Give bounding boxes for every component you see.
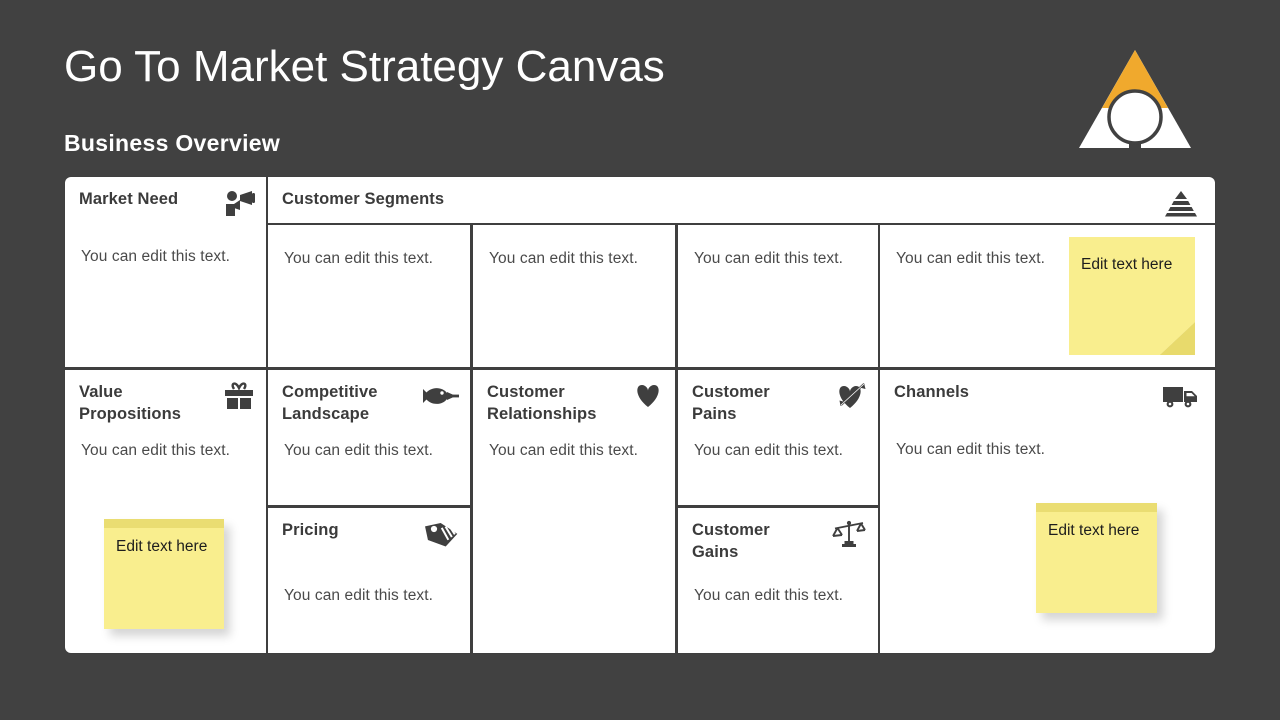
cell-body: You can edit this text. bbox=[896, 250, 1046, 267]
cell-body: You can edit this text. bbox=[489, 442, 639, 459]
cell-header: Pricing bbox=[282, 519, 460, 549]
cell-title: Customer Relationships bbox=[487, 383, 597, 423]
delivery-truck-icon bbox=[1161, 381, 1201, 411]
cell-customer-relationships[interactable]: Customer Relationships You can edit this… bbox=[473, 370, 675, 653]
sticky-note-channels[interactable]: Edit text here bbox=[1036, 503, 1157, 613]
cell-title: Customer Segments bbox=[282, 190, 445, 208]
cell-body: You can edit this text. bbox=[81, 442, 231, 459]
cell-pricing[interactable]: Pricing You can edit this text. bbox=[268, 508, 470, 653]
cell-customer-gains[interactable]: Customer Gains You can edit this text. bbox=[678, 508, 878, 653]
page-title: Go To Market Strategy Canvas bbox=[64, 42, 665, 91]
cell-title: Pricing bbox=[282, 521, 339, 539]
cell-customer-segments-header[interactable]: Customer Segments bbox=[268, 177, 1215, 223]
sticky-note-segments[interactable]: Edit text here bbox=[1069, 237, 1195, 355]
cell-header: Customer Relationships bbox=[487, 381, 665, 425]
cell-segment-2[interactable]: You can edit this text. bbox=[473, 225, 675, 367]
balance-scales-icon bbox=[830, 519, 868, 549]
megaphone-person-icon bbox=[222, 188, 256, 218]
cell-header: Value Propositions bbox=[79, 381, 256, 425]
cell-body: You can edit this text. bbox=[284, 250, 434, 267]
pyramid-icon bbox=[1161, 188, 1201, 218]
cell-body: You can edit this text. bbox=[284, 442, 434, 459]
page-subtitle: Business Overview bbox=[64, 130, 281, 156]
strategy-canvas: Market Need You can edit this text. Cust… bbox=[64, 176, 1216, 654]
price-tag-icon bbox=[424, 519, 460, 549]
cell-header: Competitive Landscape bbox=[282, 381, 460, 425]
brand-logo bbox=[1075, 44, 1195, 154]
heart-arrow-icon bbox=[834, 381, 868, 411]
cell-title: Customer Pains bbox=[692, 383, 770, 423]
cell-title: Competitive Landscape bbox=[282, 383, 378, 423]
cell-title: Market Need bbox=[79, 190, 179, 208]
sticky-note-text: Edit text here bbox=[116, 538, 208, 555]
cell-competitive-landscape[interactable]: Competitive Landscape You can edit this … bbox=[268, 370, 470, 505]
cell-header: Customer Segments bbox=[282, 188, 1201, 218]
cell-market-need[interactable]: Market Need You can edit this text. bbox=[65, 177, 266, 367]
sticky-note-value-propositions[interactable]: Edit text here bbox=[104, 519, 224, 629]
cell-segment-3[interactable]: You can edit this text. bbox=[678, 225, 878, 367]
cell-header: Market Need bbox=[79, 188, 256, 218]
sticky-note-text: Edit text here bbox=[1048, 522, 1140, 539]
cell-customer-pains[interactable]: Customer Pains You can edit this text. bbox=[678, 370, 878, 505]
fish-icon bbox=[420, 381, 460, 411]
cell-title: Customer Gains bbox=[692, 521, 770, 561]
cell-title: Channels bbox=[894, 383, 970, 401]
cell-body: You can edit this text. bbox=[896, 441, 1046, 458]
cell-header: Customer Gains bbox=[692, 519, 868, 563]
cell-body: You can edit this text. bbox=[284, 587, 434, 604]
cell-segment-1[interactable]: You can edit this text. bbox=[268, 225, 470, 367]
gift-icon bbox=[222, 381, 256, 411]
heart-icon bbox=[631, 381, 665, 411]
cell-body: You can edit this text. bbox=[489, 250, 639, 267]
cell-body: You can edit this text. bbox=[694, 587, 844, 604]
cell-body: You can edit this text. bbox=[81, 248, 231, 265]
sticky-note-text: Edit text here bbox=[1081, 256, 1173, 273]
cell-body: You can edit this text. bbox=[694, 250, 844, 267]
cell-body: You can edit this text. bbox=[694, 442, 844, 459]
cell-header: Customer Pains bbox=[692, 381, 868, 425]
cell-title: Value Propositions bbox=[79, 383, 182, 423]
cell-header: Channels bbox=[894, 381, 1201, 411]
